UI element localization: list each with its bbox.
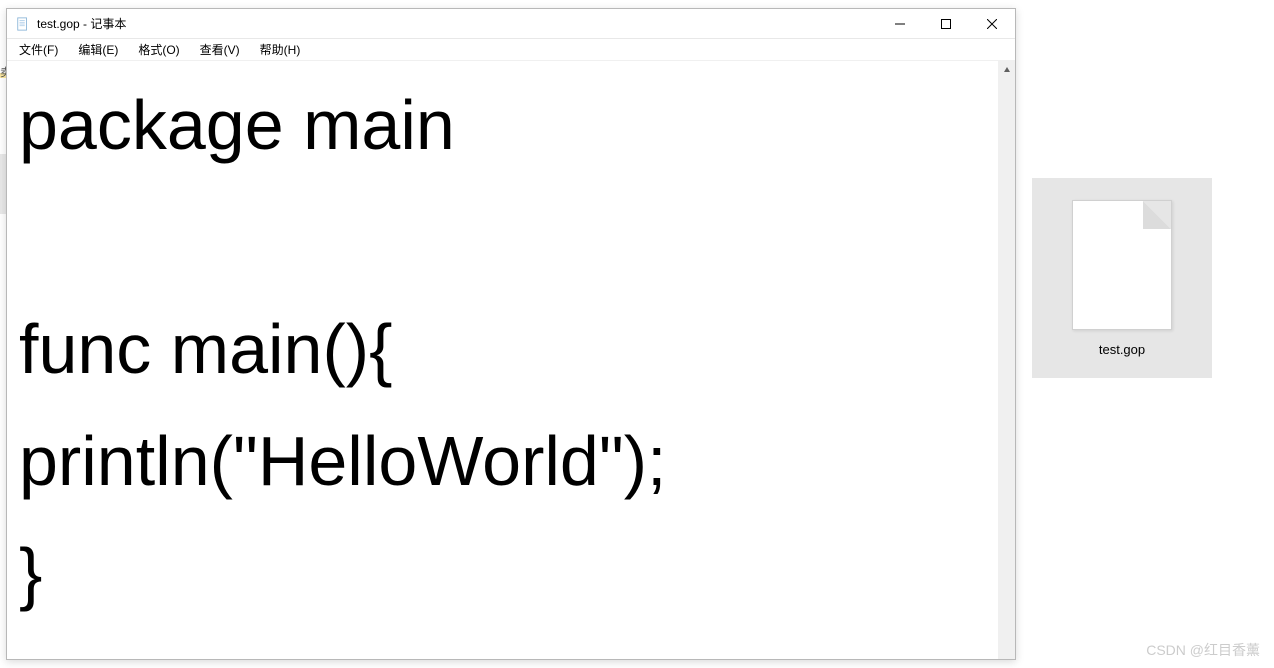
title-bar-left: test.gop - 记事本 bbox=[7, 15, 126, 32]
menu-format[interactable]: 格式(O) bbox=[132, 39, 185, 60]
scroll-up-arrow-icon[interactable] bbox=[998, 61, 1015, 78]
window-title: test.gop - 记事本 bbox=[37, 15, 126, 32]
text-editor-area[interactable]: package main func main(){ println("Hello… bbox=[7, 61, 998, 659]
title-bar[interactable]: test.gop - 记事本 bbox=[7, 9, 1015, 39]
menu-edit[interactable]: 编辑(E) bbox=[72, 39, 124, 60]
file-icon bbox=[1072, 200, 1172, 330]
watermark-text: CSDN @红目香薰 bbox=[1146, 640, 1260, 660]
minimize-button[interactable] bbox=[877, 9, 923, 38]
menu-file[interactable]: 文件(F) bbox=[13, 39, 64, 60]
desktop-file-item[interactable]: test.gop bbox=[1032, 178, 1212, 378]
desktop-background: 卖 test.gop test.gop - 记事本 bbox=[0, 0, 1274, 668]
vertical-scrollbar[interactable] bbox=[998, 61, 1015, 659]
menu-view[interactable]: 查看(V) bbox=[194, 39, 246, 60]
file-name-label: test.gop bbox=[1099, 342, 1145, 357]
close-button[interactable] bbox=[969, 9, 1015, 38]
editor-container: package main func main(){ println("Hello… bbox=[7, 61, 1015, 659]
menu-help[interactable]: 帮助(H) bbox=[254, 39, 307, 60]
notepad-window: test.gop - 记事本 文件(F) 编辑(E) 格式(O) 查看(V) 帮… bbox=[6, 8, 1016, 660]
notepad-app-icon bbox=[15, 16, 31, 32]
menu-bar: 文件(F) 编辑(E) 格式(O) 查看(V) 帮助(H) bbox=[7, 39, 1015, 61]
window-controls bbox=[877, 9, 1015, 38]
maximize-button[interactable] bbox=[923, 9, 969, 38]
